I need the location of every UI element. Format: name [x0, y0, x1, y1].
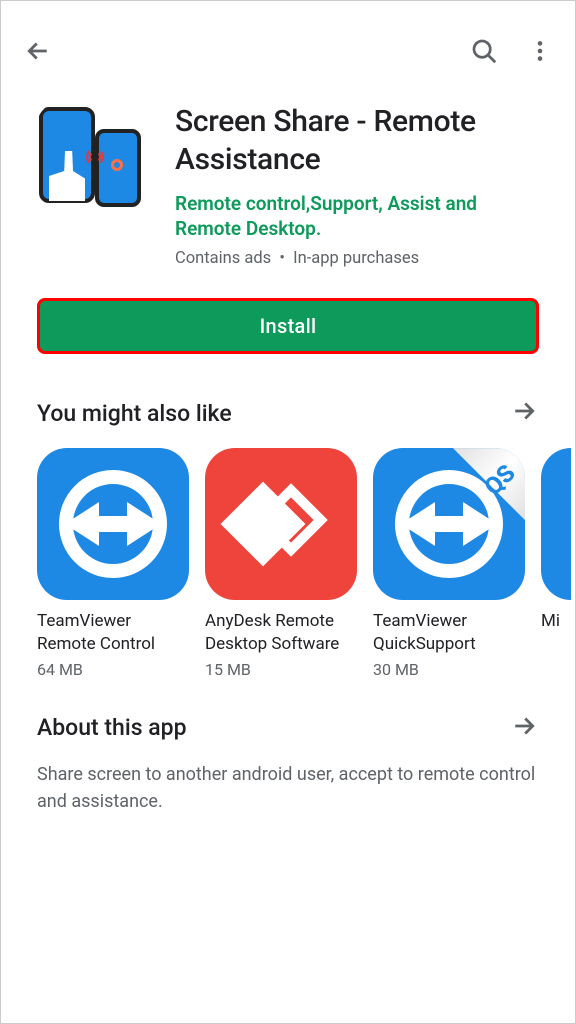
suggestion-size: 30 MB — [373, 660, 525, 679]
suggestion-name: TeamViewer Remote Control — [37, 610, 189, 655]
app-header: Screen Share - Remote Assistance Remote … — [1, 83, 575, 276]
suggestions-arrow-icon[interactable] — [509, 396, 539, 430]
in-app-purchases-label: In-app purchases — [293, 249, 419, 268]
quicksupport-icon: QS — [373, 448, 525, 600]
suggestions-carousel[interactable]: TeamViewer Remote Control 64 MB AnyDesk … — [1, 442, 575, 679]
app-developer[interactable]: Remote control,Support, Assist and Remot… — [175, 191, 539, 242]
suggestion-card-partial[interactable]: Mi — [541, 448, 571, 679]
suggestion-size: 15 MB — [205, 660, 357, 679]
back-button[interactable] — [23, 36, 53, 66]
app-icon — [37, 103, 153, 219]
more-options-button[interactable] — [527, 38, 553, 64]
install-button[interactable]: Install — [37, 298, 539, 354]
search-button[interactable] — [469, 36, 499, 66]
partial-icon — [541, 448, 571, 600]
suggestion-card-quicksupport[interactable]: QS TeamViewer QuickSupport 30 MB — [373, 448, 525, 679]
about-description: Share screen to another android user, ac… — [1, 757, 575, 819]
anydesk-icon — [205, 448, 357, 600]
contains-ads-label: Contains ads — [175, 249, 271, 268]
suggestions-title: You might also like — [37, 400, 232, 427]
app-title: Screen Share - Remote Assistance — [175, 103, 539, 180]
suggestion-card-anydesk[interactable]: AnyDesk Remote Desktop Software 15 MB — [205, 448, 357, 679]
suggestion-name: Mi — [541, 610, 571, 632]
suggestion-card-teamviewer[interactable]: TeamViewer Remote Control 64 MB — [37, 448, 189, 679]
about-arrow-icon[interactable] — [509, 711, 539, 745]
suggestion-name: TeamViewer QuickSupport — [373, 610, 525, 655]
about-header[interactable]: About this app — [1, 679, 575, 757]
top-app-bar — [1, 13, 575, 83]
teamviewer-icon — [37, 448, 189, 600]
suggestion-name: AnyDesk Remote Desktop Software — [205, 610, 357, 655]
suggestions-header[interactable]: You might also like — [1, 364, 575, 442]
app-monetization-meta: Contains ads • In-app purchases — [175, 249, 539, 268]
about-title: About this app — [37, 714, 187, 741]
suggestion-size: 64 MB — [37, 660, 189, 679]
